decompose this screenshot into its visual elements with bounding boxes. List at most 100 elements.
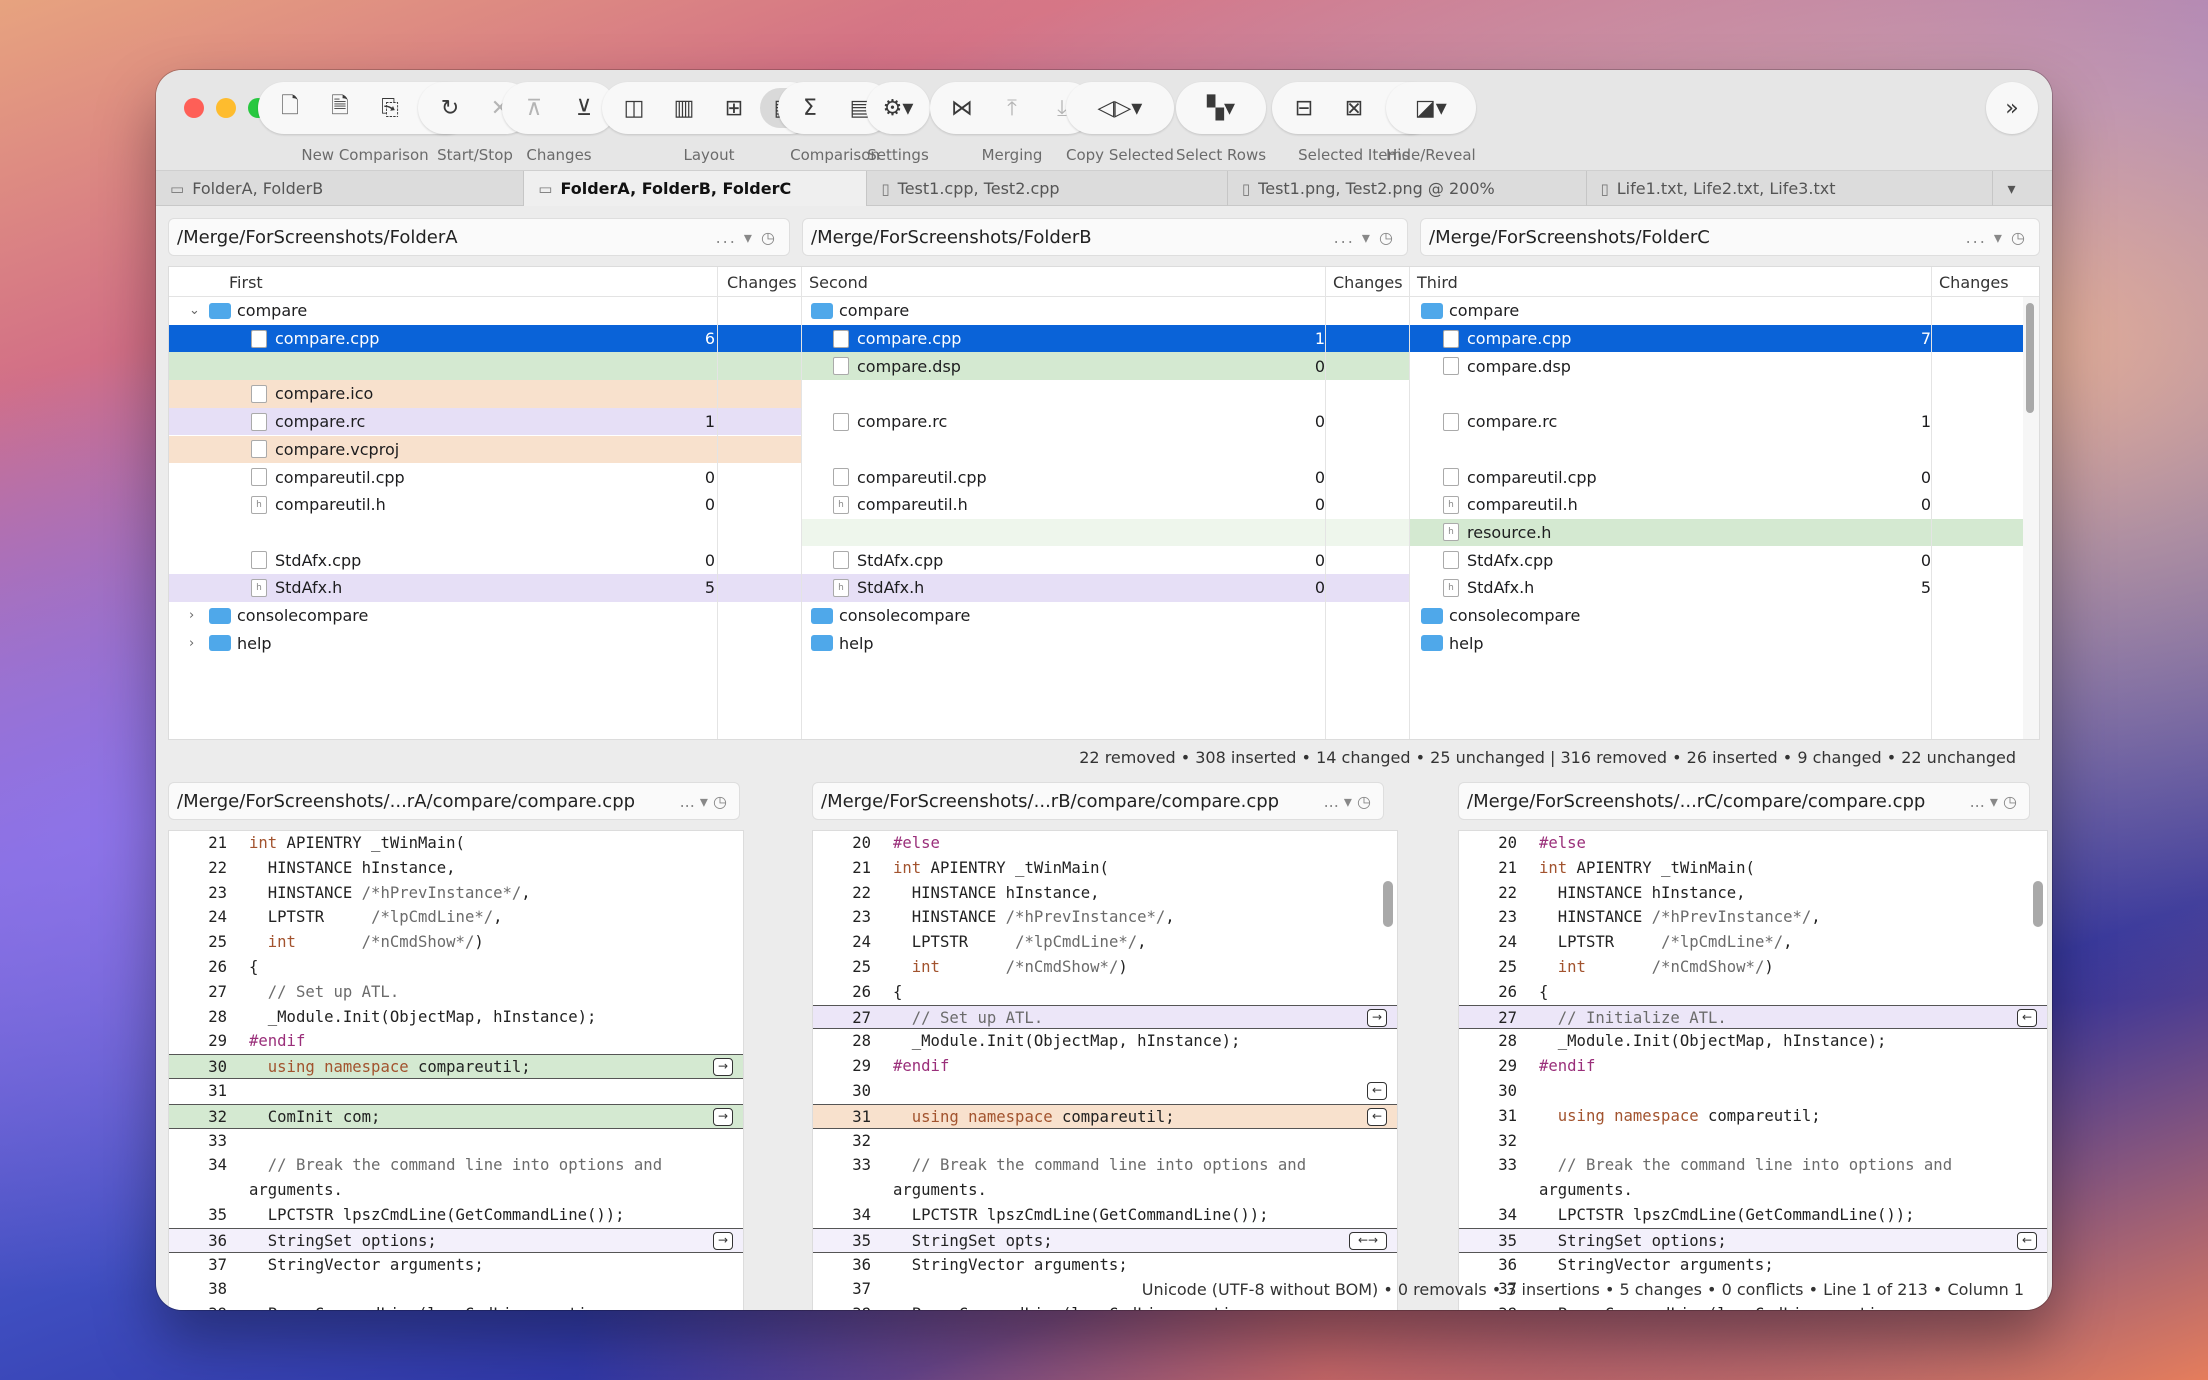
sigma-icon[interactable]: Σ (786, 88, 834, 128)
code-line[interactable]: 23 HINSTANCE /*hPrevInstance*/, (813, 905, 1397, 930)
code-line[interactable]: 26 { (1459, 980, 2047, 1005)
code-line[interactable]: 38 ParseCommandLine(lpszCmdLine, options… (813, 1302, 1397, 1310)
code-line[interactable]: 21 int APIENTRY _tWinMain( (169, 831, 743, 856)
code-line[interactable]: 26 { (813, 980, 1397, 1005)
code-line[interactable]: 36 StringVector arguments; (1459, 1253, 2047, 1278)
code-scrollbar[interactable] (2033, 881, 2043, 927)
select-rows-icon[interactable]: ▚▾ (1197, 88, 1245, 128)
code-line[interactable]: 27 // Set up ATL. (169, 980, 743, 1005)
new-folder-compare-icon[interactable]: 🗎 (316, 88, 364, 128)
path-menu-icon[interactable]: ... ▾ ◷ (680, 792, 727, 811)
previous-change-icon[interactable]: ⊼ (510, 88, 558, 128)
merge-arrow-icon[interactable]: → (1367, 1008, 1387, 1027)
code-line[interactable]: 30 (1459, 1079, 2047, 1104)
selected-items-icon[interactable]: ⊟ (1280, 88, 1328, 128)
code-line[interactable]: 32 ComInit com; → (169, 1103, 743, 1129)
code-line[interactable]: 36 StringSet options; → (169, 1227, 743, 1253)
layout-three-icon[interactable]: ▥ (660, 88, 708, 128)
code-line[interactable]: 31 using namespace compareutil; ← (813, 1103, 1397, 1129)
code-line[interactable]: arguments. (1459, 1178, 2047, 1203)
code-line[interactable]: 22 HINSTANCE hInstance, (169, 856, 743, 881)
code-line[interactable]: arguments. (813, 1178, 1397, 1203)
path-menu-icon[interactable]: ... ▾ ◷ (1966, 228, 2027, 247)
code-line[interactable]: 36 StringVector arguments; (813, 1253, 1397, 1278)
merge-arrow-icon[interactable]: ←→ (1349, 1231, 1387, 1250)
code-scrollbar[interactable] (1383, 881, 1393, 927)
tab-5[interactable]: ▯ Life1.txt, Life2.txt, Life3.txt (1587, 171, 1994, 206)
code-line[interactable]: 35 StringSet options; ← (1459, 1227, 2047, 1253)
layout-two-icon[interactable]: ◫ (610, 88, 658, 128)
code-line[interactable]: 35 StringSet opts; ←→ (813, 1227, 1397, 1253)
tree-row[interactable]: compare.dsp 0 compare.dsp (169, 352, 2023, 381)
path-menu-icon[interactable]: ... ▾ ◷ (1334, 228, 1395, 247)
code-line[interactable]: 25 int /*nCmdShow*/) (813, 955, 1397, 980)
code-line[interactable]: 22 HINSTANCE hInstance, (1459, 881, 2047, 906)
tree-scrollbar[interactable] (2023, 297, 2039, 739)
tree-row[interactable]: › help help help (169, 629, 2023, 657)
code-line[interactable]: 22 HINSTANCE hInstance, (813, 881, 1397, 906)
code-line[interactable]: 29 #endif (813, 1054, 1397, 1079)
code-line[interactable]: 31 (169, 1079, 743, 1104)
col-changes-1[interactable]: Changes (727, 273, 797, 292)
path-menu-icon[interactable]: ... ▾ ◷ (1970, 792, 2017, 811)
tab-4[interactable]: ▯ Test1.png, Test2.png @ 200% (1228, 171, 1587, 206)
tree-row[interactable]: h compareutil.h 0 h compareutil.h 0 h compareut… (169, 491, 2023, 519)
tree-row[interactable]: compareutil.cpp 0 compareutil.cpp 0 compareu… (169, 463, 2023, 491)
code-line[interactable]: 34 LPCTSTR lpszCmdLine(GetCommandLine())… (1459, 1203, 2047, 1228)
code-line[interactable]: 20 #else (813, 831, 1397, 856)
merge-arrow-icon[interactable]: ← (1367, 1107, 1387, 1126)
code-line[interactable]: 35 LPCTSTR lpszCmdLine(GetCommandLine())… (169, 1203, 743, 1228)
code-line[interactable]: 20 #else (1459, 831, 2047, 856)
col-first[interactable]: First (229, 273, 263, 292)
code-pane-first[interactable]: 21 int APIENTRY _tWinMain(22 HINSTANCE hI… (168, 830, 744, 1310)
code-line[interactable]: 29 #endif (169, 1029, 743, 1054)
code-line[interactable]: 33 // Break the command line into option… (1459, 1153, 2047, 1178)
code-line[interactable]: 34 LPCTSTR lpszCmdLine(GetCommandLine())… (813, 1203, 1397, 1228)
tab-2[interactable]: ▭ FolderA, FolderB, FolderC (524, 171, 868, 206)
hide-reveal-icon[interactable]: ◪▾ (1407, 88, 1455, 128)
chevron-right-icon[interactable]: › (189, 608, 209, 623)
merge-icon[interactable]: ⋈ (938, 88, 986, 128)
merge-arrow-icon[interactable]: ← (1367, 1082, 1387, 1100)
file-path-second[interactable]: /Merge/ForScreenshots/...rB/compare/comp… (812, 782, 1384, 820)
new-document-icon[interactable]: 🗋 (266, 88, 314, 128)
code-line[interactable]: 27 // Initialize ATL. ← (1459, 1004, 2047, 1030)
code-line[interactable]: 28 _Module.Init(ObjectMap, hInstance); (169, 1005, 743, 1030)
folder-path-second[interactable]: /Merge/ForScreenshots/FolderB ... ▾ ◷ (802, 218, 1408, 256)
file-path-first[interactable]: /Merge/ForScreenshots/...rA/compare/comp… (168, 782, 740, 820)
toolbar-overflow[interactable]: » (1986, 82, 2038, 134)
merge-arrow-icon[interactable]: → (713, 1107, 733, 1126)
tree-row[interactable]: compare.vcproj (169, 435, 2023, 464)
folder-path-third[interactable]: /Merge/ForScreenshots/FolderC ... ▾ ◷ (1420, 218, 2040, 256)
code-line[interactable]: 23 HINSTANCE /*hPrevInstance*/, (1459, 905, 2047, 930)
chevron-right-icon[interactable]: › (189, 636, 209, 651)
tree-row[interactable]: ⌄ compare compare compare (169, 297, 2023, 325)
col-third[interactable]: Third (1417, 273, 1458, 292)
tree-row[interactable]: compare.ico (169, 380, 2023, 408)
layout-grid-icon[interactable]: ⊞ (710, 88, 758, 128)
code-pane-second[interactable]: 20 #else 21 int APIENTRY _tWinMain(22 HINST… (812, 830, 1398, 1310)
code-line[interactable]: arguments. (169, 1178, 743, 1203)
code-line[interactable]: 32 (1459, 1129, 2047, 1154)
tab-overflow-icon[interactable]: ▾ (1993, 171, 2052, 206)
code-line[interactable]: 24 LPTSTR /*lpCmdLine*/, (1459, 930, 2047, 955)
merge-arrow-icon[interactable]: ← (2017, 1231, 2037, 1250)
code-line[interactable]: 25 int /*nCmdShow*/) (169, 930, 743, 955)
code-line[interactable]: 28 _Module.Init(ObjectMap, hInstance); (813, 1029, 1397, 1054)
code-line[interactable]: 24 LPTSTR /*lpCmdLine*/, (169, 905, 743, 930)
code-line[interactable]: 26 { (169, 955, 743, 980)
merge-arrow-icon[interactable]: ← (2017, 1008, 2037, 1027)
code-line[interactable]: 30 ← (813, 1079, 1397, 1104)
tree-row[interactable]: StdAfx.cpp 0 StdAfx.cpp 0 StdAfx.cpp 0 (169, 546, 2023, 574)
chevron-down-icon[interactable]: ⌄ (189, 303, 209, 318)
tab-3[interactable]: ▯ Test1.cpp, Test2.cpp (867, 171, 1228, 206)
code-line[interactable]: 30 using namespace compareutil; → (169, 1054, 743, 1079)
tree-row[interactable]: h resource.h (169, 518, 2023, 547)
code-line[interactable]: 32 (813, 1129, 1397, 1154)
gear-icon[interactable]: ⚙▾ (874, 88, 922, 128)
code-line[interactable]: 38 (169, 1277, 743, 1302)
new-merge-icon[interactable]: ⎘ (366, 88, 414, 128)
tree-row[interactable]: compare.rc 1 compare.rc 0 compare.rc 1 (169, 407, 2023, 436)
code-line[interactable]: 25 int /*nCmdShow*/) (1459, 955, 2047, 980)
tree-row[interactable]: h StdAfx.h 5 h StdAfx.h 0 h StdAfx.h 5 (169, 574, 2023, 602)
